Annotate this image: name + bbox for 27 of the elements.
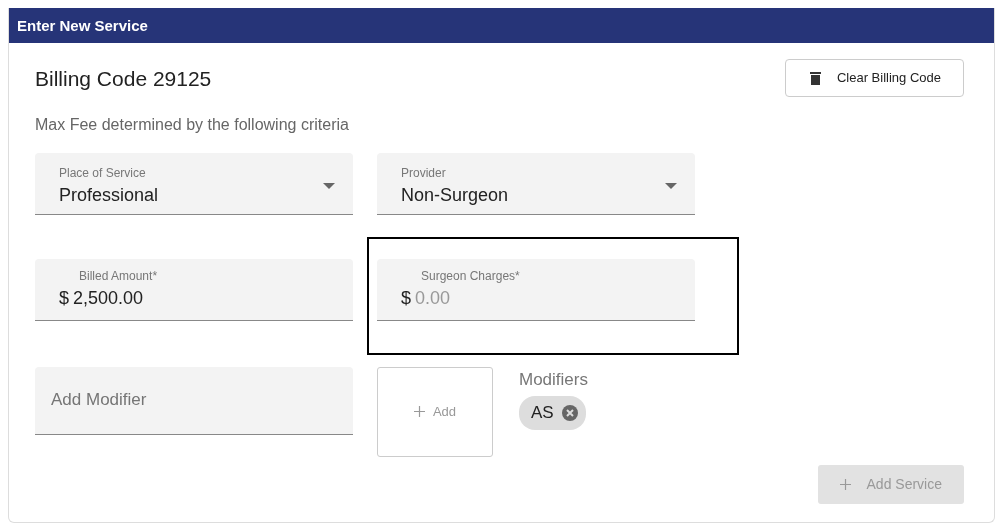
field-value: Professional [59,183,159,207]
amount-field[interactable]: Billed Amount* $ 2,500.00 [35,258,353,321]
clear-billing-code-button[interactable]: Clear Billing Code [784,59,964,97]
criteria-text: Max Fee determined by the following criteria [35,114,350,135]
panel-header: Enter New Service [9,8,994,43]
select-field[interactable]: Provider Non-Surgeon [377,152,695,215]
field-label: Provider [401,164,447,182]
amount-field[interactable]: Surgeon Charges* $ 0.00 [377,258,695,321]
currency-symbol: $ [59,286,69,310]
amount-placeholder: 0.00 [415,286,451,310]
remove-icon[interactable] [561,404,578,421]
currency-symbol: $ [401,286,411,310]
dropdown-caret-icon [665,183,677,189]
add-modifier-field[interactable]: Add Modifier [35,366,353,435]
billing-code-heading: Billing Code 29125 [35,66,212,92]
trash-icon [809,70,821,85]
field-label: Surgeon Charges* [420,267,521,285]
modifiers-label: Modifiers [519,368,588,391]
field-label: Billed Amount* [78,267,159,285]
amount-value: 2,500.00 [73,286,144,310]
modifier-chip: AS [519,396,586,430]
field-label: Place of Service [59,164,147,182]
select-field[interactable]: Place of Service Professional [35,152,353,215]
dropdown-caret-icon [323,183,335,189]
plus-icon [413,406,425,417]
field-value: Non-Surgeon [401,183,509,207]
plus-icon [839,478,851,490]
